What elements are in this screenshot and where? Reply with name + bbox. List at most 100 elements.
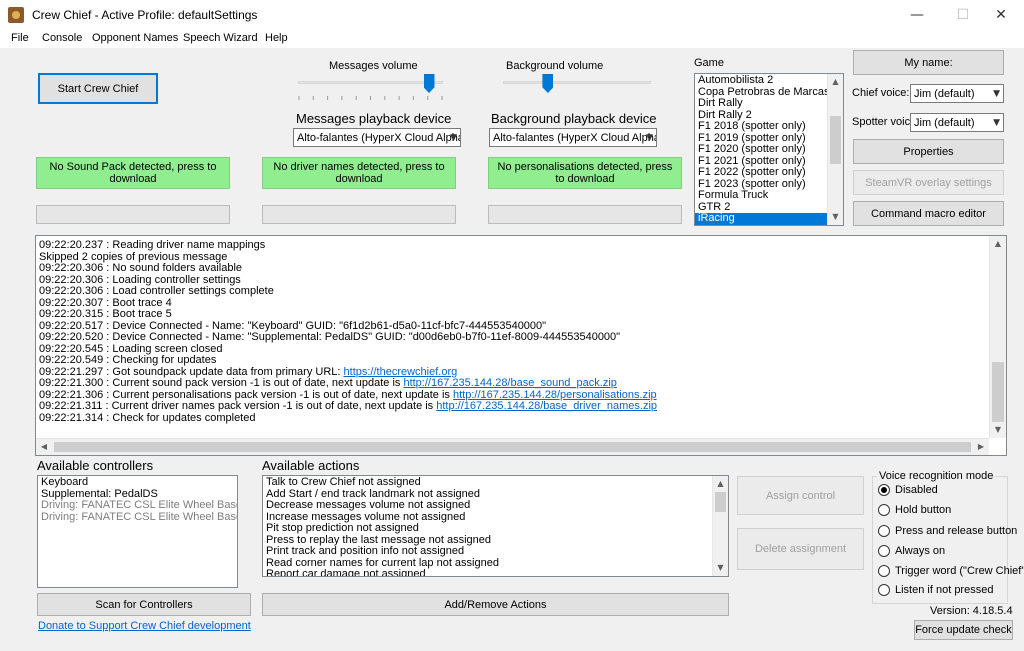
console-hscroll-thumb[interactable]	[54, 442, 971, 452]
voice-mode-radio[interactable]: Press and release button	[878, 525, 1017, 537]
window-title: Crew Chief - Active Profile: defaultSett…	[32, 8, 258, 22]
version-label: Version: 4.18.5.4	[930, 605, 1013, 617]
messages-volume-thumb[interactable]	[423, 74, 435, 93]
console-line-text: 09:22:20.237 : Reading driver name mappi…	[39, 239, 266, 251]
game-list-item[interactable]: Automobilista 2	[695, 74, 827, 87]
console-horizontal-scrollbar[interactable]: ◀ ▶	[36, 438, 989, 455]
voice-mode-radio[interactable]: Hold button	[878, 504, 951, 516]
scroll-down-icon[interactable]: ▼	[990, 422, 1006, 438]
spotter-voice-value: Jim (default)	[914, 116, 975, 129]
game-label: Game	[694, 57, 724, 69]
actions-list[interactable]: Talk to Crew Chief not assigned Add Start…	[262, 475, 729, 577]
game-list-item[interactable]: Dirt Rally	[695, 97, 827, 110]
command-macro-editor-button[interactable]: Command macro editor	[853, 201, 1004, 226]
voice-mode-label: Disabled	[895, 484, 938, 496]
scroll-up-icon[interactable]: ▲	[828, 74, 843, 90]
console-vertical-scrollbar[interactable]: ▲ ▼	[989, 236, 1006, 438]
properties-button[interactable]: Properties	[853, 139, 1004, 164]
controller-list-item[interactable]: Driving: FANATEC CSL Elite Wheel Base P	[38, 511, 237, 524]
action-list-item[interactable]: Report car damage not assigned	[263, 568, 712, 576]
background-volume-thumb[interactable]	[542, 74, 554, 93]
menu-help[interactable]: Help	[265, 32, 288, 44]
console-line-text: 09:22:20.517 : Device Connected - Name: …	[39, 319, 547, 332]
personalisations-download-button[interactable]: No personalisations detected, press to d…	[488, 157, 682, 189]
messages-volume-track[interactable]	[298, 81, 443, 84]
game-list-scrollbar[interactable]: ▲ ▼	[827, 74, 843, 225]
game-list-item[interactable]: F1 2020 (spotter only)	[695, 143, 827, 156]
console-line: 09:22:21.314 : Check for updates complet…	[36, 412, 989, 425]
assign-control-button[interactable]: Assign control	[737, 476, 864, 515]
scroll-up-icon[interactable]: ▲	[990, 236, 1006, 252]
messages-playback-select[interactable]: Alto-falantes (HyperX Cloud Alpha S ▼	[293, 128, 461, 147]
radio-circle-icon[interactable]	[878, 525, 890, 537]
add-remove-actions-button[interactable]: Add/Remove Actions	[262, 593, 729, 616]
action-list-item[interactable]: Decrease messages volume not assigned	[263, 499, 712, 512]
voice-mode-radio[interactable]: Disabled	[878, 484, 938, 496]
chevron-down-icon: ▼	[450, 132, 457, 143]
steamvr-overlay-settings-button[interactable]: SteamVR overlay settings	[853, 170, 1004, 195]
scroll-up-icon[interactable]: ▲	[713, 476, 728, 492]
actions-list-scrollbar[interactable]: ▲ ▼	[712, 476, 728, 576]
driver-names-download-button[interactable]: No driver names detected, press to downl…	[262, 157, 456, 189]
close-button[interactable]: ✕	[978, 0, 1024, 30]
radio-circle-icon[interactable]	[878, 545, 890, 557]
start-crew-chief-button[interactable]: Start Crew Chief	[38, 73, 158, 104]
background-playback-heading: Background playback device	[491, 111, 657, 126]
radio-circle-icon[interactable]	[878, 565, 890, 577]
spotter-voice-select[interactable]: Jim (default) ▼	[910, 113, 1004, 132]
scan-for-controllers-button[interactable]: Scan for Controllers	[37, 593, 251, 616]
chief-voice-value: Jim (default)	[914, 87, 975, 100]
chief-voice-label: Chief voice:	[852, 87, 910, 99]
scroll-left-icon[interactable]: ◀	[36, 439, 52, 455]
console-link[interactable]: http://167.235.144.28/base_driver_names.…	[436, 400, 657, 412]
force-update-check-button[interactable]: Force update check	[914, 620, 1013, 640]
radio-circle-icon[interactable]	[878, 484, 890, 496]
personalisations-progress	[488, 205, 682, 224]
console-line-text: 09:22:20.307 : Boot trace 4	[39, 296, 172, 309]
controller-list-item[interactable]: Driving: FANATEC CSL Elite Wheel Base P	[38, 499, 237, 512]
background-volume-label: Background volume	[506, 60, 604, 72]
radio-circle-icon[interactable]	[878, 504, 890, 516]
console-link[interactable]: http://167.235.144.28/personalisations.z…	[453, 389, 657, 401]
console-output[interactable]: 09:22:20.237 : Reading driver name mappi…	[35, 235, 1007, 456]
game-list[interactable]: Automobilista 2 Copa Petrobras de Marcas D…	[694, 73, 844, 226]
game-list-scroll-thumb[interactable]	[830, 116, 841, 164]
radio-circle-icon[interactable]	[878, 584, 890, 596]
menu-opponent-names[interactable]: Opponent Names	[92, 32, 178, 44]
game-list-item[interactable]: iRacing	[695, 212, 827, 225]
console-line-text: Skipped 2 copies of previous message	[39, 250, 228, 263]
sound-pack-download-button[interactable]: No Sound Pack detected, press to downloa…	[36, 157, 230, 189]
background-volume-track[interactable]	[503, 81, 651, 84]
action-list-item[interactable]: Print track and position info not assign…	[263, 545, 712, 558]
controller-list-item[interactable]: Keyboard	[38, 476, 237, 489]
action-list-item[interactable]: Talk to Crew Chief not assigned	[263, 476, 712, 489]
minimize-button[interactable]: —	[894, 0, 940, 30]
console-link[interactable]: https://thecrewchief.org	[344, 366, 458, 378]
scroll-down-icon[interactable]: ▼	[713, 560, 728, 576]
chevron-down-icon: ▼	[993, 117, 1000, 128]
scroll-right-icon[interactable]: ▶	[973, 439, 989, 455]
voice-mode-radio[interactable]: Always on	[878, 545, 945, 557]
action-list-item[interactable]: Pit stop prediction not assigned	[263, 522, 712, 535]
menu-console[interactable]: Console	[42, 32, 82, 44]
game-list-item[interactable]: F1 2022 (spotter only)	[695, 166, 827, 179]
game-list-item[interactable]: F1 2018 (spotter only)	[695, 120, 827, 133]
chief-voice-select[interactable]: Jim (default) ▼	[910, 84, 1004, 103]
delete-assignment-button[interactable]: Delete assignment	[737, 528, 864, 570]
controllers-list[interactable]: Keyboard Supplemental: PedalDS Driving: FA…	[37, 475, 238, 588]
actions-scroll-thumb[interactable]	[715, 492, 726, 512]
game-list-item[interactable]: Formula Truck	[695, 189, 827, 202]
menu-file[interactable]: File	[11, 32, 29, 44]
console-scroll-thumb[interactable]	[992, 362, 1004, 422]
background-playback-select[interactable]: Alto-falantes (HyperX Cloud Alpha S ▼	[489, 128, 657, 147]
console-line: 09:22:20.306 : Load controller settings …	[36, 285, 989, 298]
donate-link[interactable]: Donate to Support Crew Chief development	[38, 620, 251, 632]
console-link[interactable]: http://167.235.144.28/base_sound_pack.zi…	[403, 377, 616, 389]
console-line-text: 09:22:20.545 : Loading screen closed	[39, 342, 223, 355]
console-line-text: 09:22:21.311 : Current driver names pack…	[39, 400, 437, 412]
my-name-button[interactable]: My name:	[853, 50, 1004, 75]
voice-mode-radio[interactable]: Listen if not pressed	[878, 584, 993, 596]
menu-speech-wizard[interactable]: Speech Wizard	[183, 32, 258, 44]
scroll-down-icon[interactable]: ▼	[828, 209, 843, 225]
voice-mode-radio[interactable]: Trigger word ("Crew Chief"	[878, 565, 1024, 577]
